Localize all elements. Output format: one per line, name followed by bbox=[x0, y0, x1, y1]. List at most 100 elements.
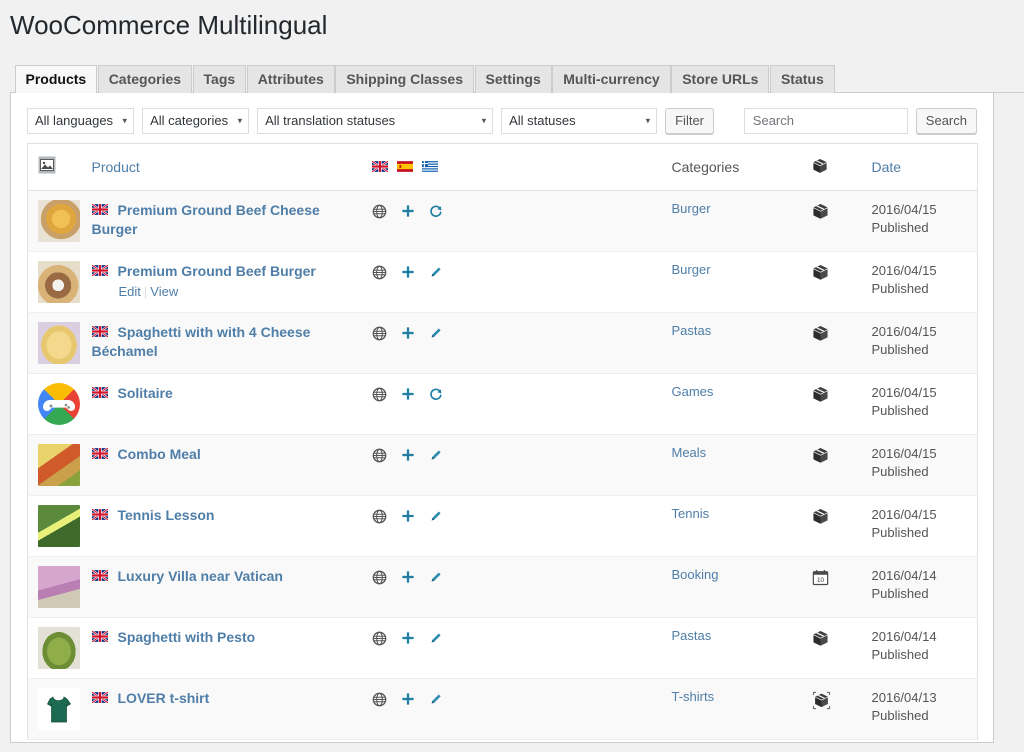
publish-date: 2016/04/15 bbox=[872, 201, 968, 219]
tab-multi-currency[interactable]: Multi-currency bbox=[552, 65, 670, 94]
publish-date: 2016/04/15 bbox=[872, 506, 968, 524]
product-name-link[interactable]: Spaghetti with with 4 Cheese Béchamel bbox=[92, 324, 311, 359]
product-name-link[interactable]: Tennis Lesson bbox=[118, 507, 215, 523]
plus-icon[interactable] bbox=[401, 204, 415, 218]
plus-icon[interactable] bbox=[401, 692, 415, 706]
translation-status-filter-select[interactable]: All translation statuses ▾ bbox=[257, 108, 493, 134]
image-icon bbox=[38, 156, 56, 174]
category-link[interactable]: Pastas bbox=[672, 628, 712, 643]
cell-product-name: Spaghetti with Pesto bbox=[82, 617, 362, 678]
pencil-icon[interactable] bbox=[429, 570, 443, 584]
category-link[interactable]: T-shirts bbox=[672, 689, 715, 704]
product-name-link[interactable]: Luxury Villa near Vatican bbox=[118, 568, 283, 584]
table-row: Spaghetti with with 4 Cheese Béchamel Pa… bbox=[28, 312, 978, 373]
product-thumbnail bbox=[38, 383, 80, 425]
product-name-link[interactable]: Premium Ground Beef Cheese Burger bbox=[92, 202, 320, 237]
cell-product-name: Spaghetti with with 4 Cheese Béchamel bbox=[82, 312, 362, 373]
pencil-icon[interactable] bbox=[429, 448, 443, 462]
category-filter-select[interactable]: All categories ▾ bbox=[142, 108, 249, 134]
language-filter-select[interactable]: All languages ▾ bbox=[27, 108, 134, 134]
category-link[interactable]: Games bbox=[672, 384, 714, 399]
column-header-date-link[interactable]: Date bbox=[872, 159, 902, 175]
cell-product-name: Premium Ground Beef Burger Edit|View bbox=[82, 251, 362, 312]
table-row: LOVER t-shirt T-shirts 2016/04/13Publish… bbox=[28, 678, 978, 739]
tab-shipping-classes[interactable]: Shipping Classes bbox=[335, 65, 474, 94]
flag-icon-en bbox=[92, 204, 108, 215]
cell-categories: Meals bbox=[662, 434, 802, 495]
cell-product-type: 10 bbox=[802, 556, 862, 617]
sync-icon[interactable] bbox=[429, 204, 443, 218]
category-link[interactable]: Meals bbox=[672, 445, 707, 460]
plus-icon[interactable] bbox=[401, 448, 415, 462]
tab-bar: ProductsCategoriesTagsAttributesShipping… bbox=[10, 64, 1024, 93]
cell-product-type bbox=[802, 434, 862, 495]
category-link[interactable]: Tennis bbox=[672, 506, 710, 521]
category-filter-value: All categories bbox=[150, 109, 228, 133]
language-action-group bbox=[372, 201, 652, 219]
pencil-icon[interactable] bbox=[429, 326, 443, 340]
product-name-link[interactable]: Spaghetti with Pesto bbox=[118, 629, 256, 645]
cell-product-type bbox=[802, 312, 862, 373]
pencil-icon[interactable] bbox=[429, 509, 443, 523]
tab-status[interactable]: Status bbox=[770, 65, 835, 94]
plus-icon[interactable] bbox=[401, 570, 415, 584]
tab-store-urls[interactable]: Store URLs bbox=[671, 65, 769, 94]
globe-icon[interactable] bbox=[372, 326, 387, 341]
tab-attributes[interactable]: Attributes bbox=[247, 65, 335, 94]
cell-thumbnail bbox=[28, 495, 82, 556]
product-type-icon-simple bbox=[812, 201, 829, 220]
category-link[interactable]: Burger bbox=[672, 201, 711, 216]
pencil-icon[interactable] bbox=[429, 692, 443, 706]
globe-icon[interactable] bbox=[372, 570, 387, 585]
product-thumbnail bbox=[38, 444, 80, 486]
row-action-edit[interactable]: Edit bbox=[119, 284, 141, 299]
cell-date: 2016/04/15Published bbox=[862, 251, 978, 312]
category-link[interactable]: Booking bbox=[672, 567, 719, 582]
product-type-icon-simple bbox=[812, 506, 829, 525]
globe-icon[interactable] bbox=[372, 509, 387, 524]
product-name-link[interactable]: LOVER t-shirt bbox=[118, 690, 210, 706]
pencil-icon[interactable] bbox=[429, 631, 443, 645]
globe-icon[interactable] bbox=[372, 204, 387, 219]
search-button[interactable]: Search bbox=[916, 108, 977, 134]
plus-icon[interactable] bbox=[401, 387, 415, 401]
product-name-link[interactable]: Premium Ground Beef Burger bbox=[118, 263, 316, 279]
globe-icon[interactable] bbox=[372, 387, 387, 402]
plus-icon[interactable] bbox=[401, 631, 415, 645]
product-name-link[interactable]: Combo Meal bbox=[118, 446, 201, 462]
row-action-view[interactable]: View bbox=[150, 284, 178, 299]
category-link[interactable]: Pastas bbox=[672, 323, 712, 338]
globe-icon[interactable] bbox=[372, 265, 387, 280]
sync-icon[interactable] bbox=[429, 387, 443, 401]
column-header-date[interactable]: Date bbox=[862, 143, 978, 190]
table-row: Premium Ground Beef Burger Edit|View Burg… bbox=[28, 251, 978, 312]
tab-products[interactable]: Products bbox=[15, 65, 98, 95]
pencil-icon[interactable] bbox=[429, 265, 443, 279]
cell-language-actions bbox=[362, 617, 662, 678]
column-header-product-link[interactable]: Product bbox=[92, 159, 140, 175]
table-body: Premium Ground Beef Cheese Burger Burger… bbox=[28, 190, 978, 739]
publish-date: 2016/04/15 bbox=[872, 323, 968, 341]
search-input[interactable] bbox=[744, 108, 908, 134]
row-actions: Edit|View bbox=[92, 281, 352, 301]
cell-language-actions bbox=[362, 251, 662, 312]
tab-tags[interactable]: Tags bbox=[193, 65, 247, 94]
cell-thumbnail bbox=[28, 190, 82, 251]
column-header-product[interactable]: Product bbox=[82, 143, 362, 190]
publish-status: Published bbox=[872, 402, 968, 420]
tab-categories[interactable]: Categories bbox=[98, 65, 192, 94]
product-name-link[interactable]: Solitaire bbox=[118, 385, 173, 401]
globe-icon[interactable] bbox=[372, 631, 387, 646]
plus-icon[interactable] bbox=[401, 326, 415, 340]
globe-icon[interactable] bbox=[372, 448, 387, 463]
cell-date: 2016/04/15Published bbox=[862, 373, 978, 434]
filter-button[interactable]: Filter bbox=[665, 108, 714, 134]
plus-icon[interactable] bbox=[401, 509, 415, 523]
tab-settings[interactable]: Settings bbox=[475, 65, 552, 94]
globe-icon[interactable] bbox=[372, 692, 387, 707]
plus-icon[interactable] bbox=[401, 265, 415, 279]
flag-icon-en bbox=[92, 448, 108, 459]
status-filter-select[interactable]: All statuses ▾ bbox=[501, 108, 657, 134]
svg-text:10: 10 bbox=[817, 577, 824, 584]
category-link[interactable]: Burger bbox=[672, 262, 711, 277]
